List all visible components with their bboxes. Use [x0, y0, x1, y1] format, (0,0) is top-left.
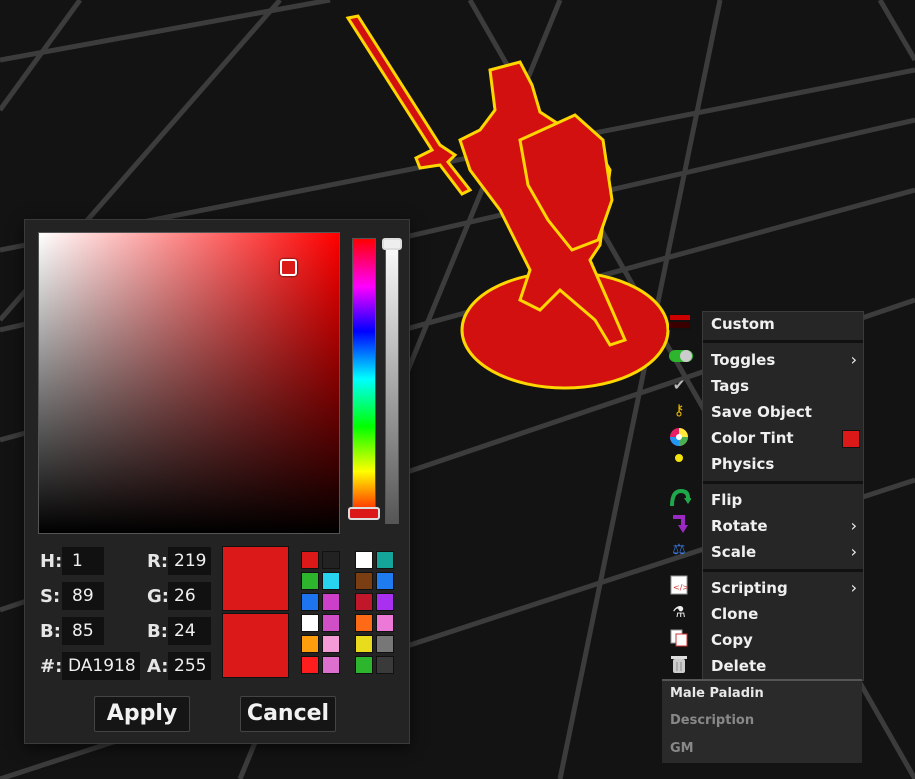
menu-item-scripting[interactable]: Scripting › [703, 576, 863, 602]
hex-label: #: [40, 656, 63, 677]
new-color-preview [222, 546, 289, 611]
script-file-icon: </> [669, 575, 689, 595]
copy-icon [669, 629, 689, 647]
b-label: B: [40, 621, 61, 642]
g-label: G: [147, 586, 169, 607]
blue-label: B: [147, 621, 168, 642]
palette-swatch[interactable] [322, 551, 340, 569]
alpha-label: A: [147, 656, 169, 677]
flip-arrow-icon [669, 488, 692, 507]
palette-swatch[interactable] [355, 593, 373, 611]
menu-item-save-object[interactable]: Save Object [703, 400, 863, 426]
toggle-icon [669, 349, 693, 367]
h-label: H: [40, 551, 63, 572]
palette-swatch[interactable] [376, 656, 394, 674]
palette-swatch[interactable] [322, 656, 340, 674]
apply-button[interactable]: Apply [94, 696, 190, 732]
menu-separator [703, 481, 863, 484]
palette-swatch[interactable] [355, 551, 373, 569]
color-tint-swatch [842, 430, 860, 448]
menu-item-scale[interactable]: Scale › [703, 540, 863, 566]
palette-swatch[interactable] [355, 614, 373, 632]
menu-item-clone[interactable]: Clone [703, 602, 863, 628]
palette-swatch[interactable] [301, 614, 319, 632]
physics-dot-icon [669, 449, 689, 467]
flask-icon: ⚗ [672, 603, 686, 621]
hue-input[interactable]: 1 [62, 547, 104, 575]
menu-item-delete[interactable]: Delete [703, 654, 863, 680]
palette-swatch[interactable] [355, 656, 373, 674]
palette-swatch[interactable] [376, 551, 394, 569]
chevron-right-icon: › [850, 578, 857, 597]
palette-swatch[interactable] [322, 635, 340, 653]
palette-swatch[interactable] [301, 656, 319, 674]
alpha-slider-handle[interactable] [382, 238, 402, 250]
menu-item-tags[interactable]: Tags [703, 374, 863, 400]
chevron-right-icon: › [850, 516, 857, 535]
s-label: S: [40, 586, 61, 607]
saturation-input[interactable]: 89 [62, 582, 104, 610]
palette-swatch[interactable] [301, 551, 319, 569]
palette-swatch[interactable] [376, 593, 394, 611]
check-icon: ✔ [672, 376, 686, 394]
menu-item-color-tint[interactable]: Color Tint [703, 426, 863, 452]
palette-swatch[interactable] [301, 593, 319, 611]
menu-item-physics[interactable]: Physics [703, 452, 863, 478]
menu-item-rotate[interactable]: Rotate › [703, 514, 863, 540]
green-input[interactable]: 26 [168, 582, 211, 610]
palette-swatch[interactable] [322, 614, 340, 632]
rotate-arrow-icon [669, 514, 689, 533]
context-menu-icon-column: ✔ ⚷ ⚖ </> ⚗ [665, 311, 695, 679]
color-wheel-icon [669, 427, 689, 446]
menu-item-flip[interactable]: Flip [703, 488, 863, 514]
context-menu: Custom Toggles › Tags Save Object Color T… [702, 311, 864, 681]
palette-swatch[interactable] [322, 572, 340, 590]
palette-swatch[interactable] [376, 635, 394, 653]
cancel-button[interactable]: Cancel [240, 696, 336, 732]
scale-icon: ⚖ [672, 540, 686, 558]
blue-input[interactable]: 24 [168, 617, 211, 645]
color-picker-panel: H: 1 S: 89 B: 85 #: DA1918 R: 219 G: 26 … [24, 219, 410, 744]
r-label: R: [147, 551, 169, 572]
hue-slider[interactable] [352, 238, 376, 520]
svg-text:</>: </> [673, 583, 688, 592]
menu-item-toggles[interactable]: Toggles › [703, 348, 863, 374]
alpha-slider[interactable] [385, 238, 399, 524]
key-icon: ⚷ [673, 401, 685, 419]
trash-icon [669, 655, 689, 673]
original-color-preview [222, 613, 289, 678]
color-field-handle[interactable] [280, 259, 297, 276]
palette-swatch[interactable] [355, 572, 373, 590]
menu-separator [703, 569, 863, 572]
object-info-panel: Male Paladin Description GM [662, 679, 862, 763]
palette-swatch[interactable] [322, 593, 340, 611]
hex-input[interactable]: DA1918 [62, 652, 140, 680]
palette-swatch[interactable] [301, 635, 319, 653]
chevron-right-icon: › [850, 350, 857, 369]
red-input[interactable]: 219 [168, 547, 211, 575]
chevron-right-icon: › [850, 542, 857, 561]
object-gm-notes[interactable]: GM [670, 741, 694, 756]
menu-item-custom[interactable]: Custom [703, 312, 863, 338]
hue-slider-handle[interactable] [348, 507, 380, 520]
custom-color-icon [669, 314, 691, 332]
saturation-brightness-field[interactable] [38, 232, 340, 534]
alpha-input[interactable]: 255 [168, 652, 211, 680]
object-description[interactable]: Description [670, 713, 754, 728]
palette-swatch[interactable] [376, 614, 394, 632]
palette-swatch[interactable] [376, 572, 394, 590]
object-name[interactable]: Male Paladin [670, 686, 764, 701]
menu-item-copy[interactable]: Copy [703, 628, 863, 654]
brightness-input[interactable]: 85 [62, 617, 104, 645]
menu-separator [703, 340, 863, 343]
palette-swatch[interactable] [301, 572, 319, 590]
palette-swatch[interactable] [355, 635, 373, 653]
